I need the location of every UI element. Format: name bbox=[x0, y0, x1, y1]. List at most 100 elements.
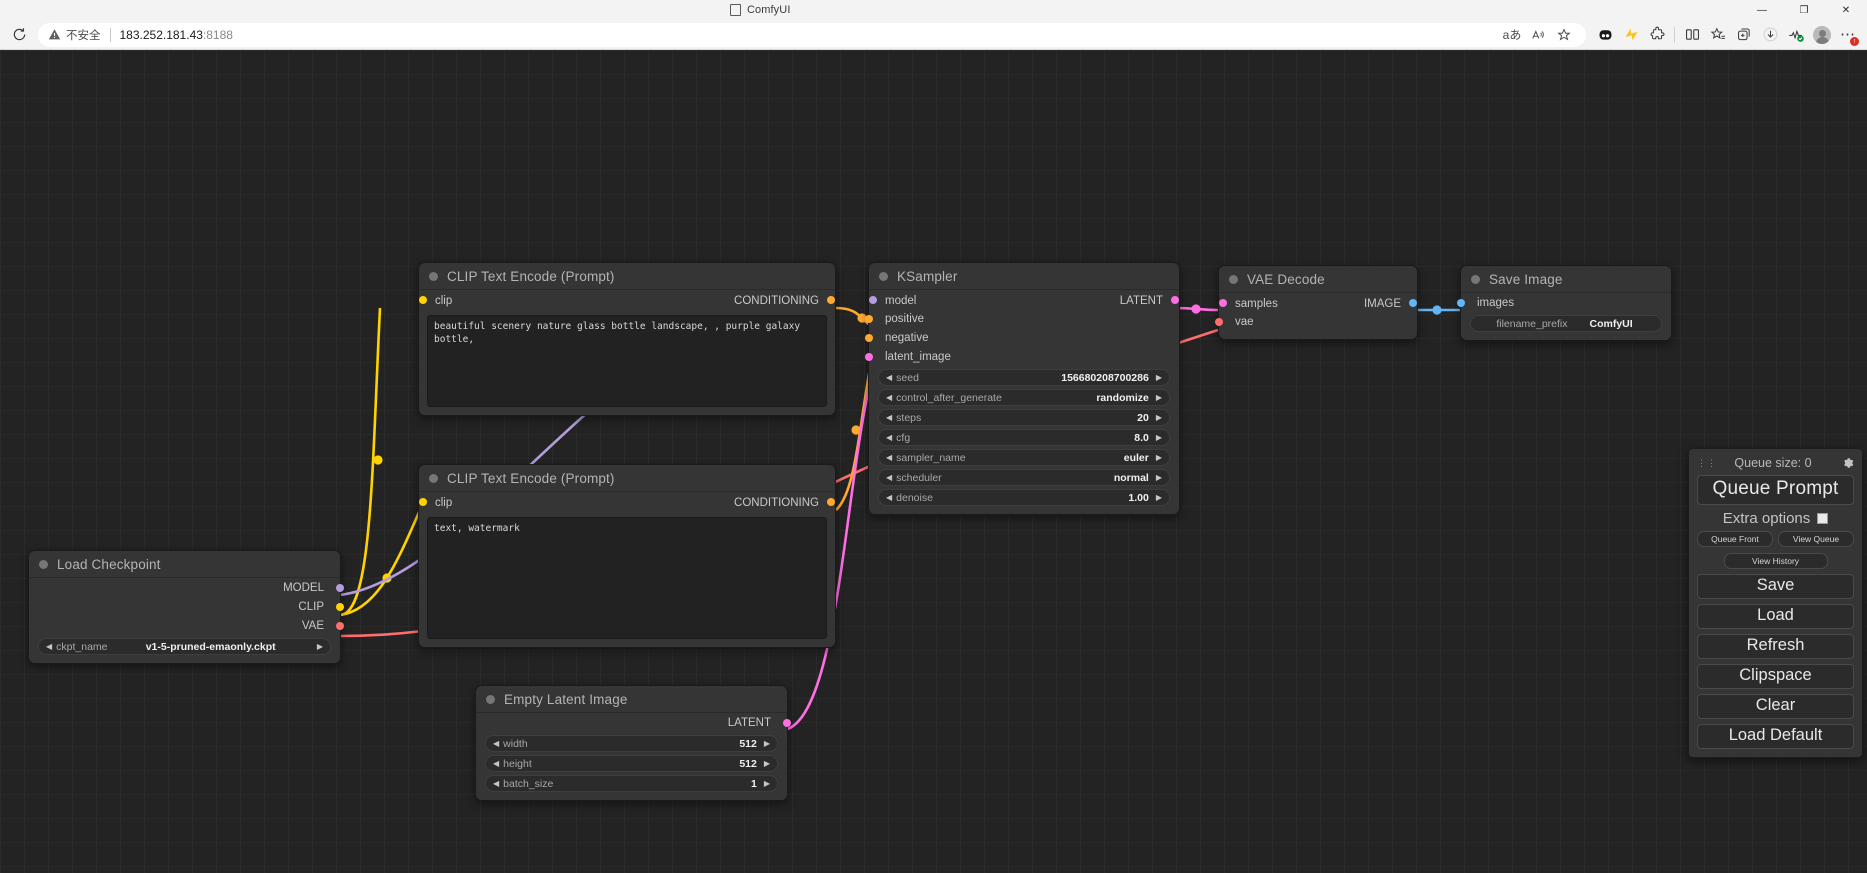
widget-denoise[interactable]: ◀ denoise 1.00 ▶ bbox=[878, 489, 1170, 506]
read-aloud-icon[interactable] bbox=[1526, 23, 1550, 47]
increment-arrow-icon[interactable]: ▶ bbox=[764, 739, 770, 748]
widget-value[interactable]: 512 bbox=[739, 738, 760, 750]
collapse-dot-icon[interactable] bbox=[1471, 274, 1480, 284]
node-header[interactable]: Load Checkpoint bbox=[29, 551, 340, 578]
prompt-textarea-positive[interactable]: beautiful scenery nature glass bottle la… bbox=[427, 315, 827, 407]
comfy-menu-panel[interactable]: ⋮⋮ Queue size: 0 Queue Prompt Extra opti… bbox=[1688, 448, 1863, 758]
decrement-arrow-icon[interactable]: ◀ bbox=[886, 393, 892, 402]
input-port-negative[interactable] bbox=[865, 333, 873, 342]
minimize-button[interactable]: — bbox=[1741, 0, 1783, 20]
node-clip-text-encode-negative[interactable]: CLIP Text Encode (Prompt) clip CONDITION… bbox=[418, 464, 836, 648]
output-port-latent[interactable] bbox=[1171, 295, 1179, 304]
extra-options-row[interactable]: Extra options bbox=[1697, 509, 1854, 527]
input-port-samples[interactable] bbox=[1219, 298, 1227, 307]
decrement-arrow-icon[interactable]: ◀ bbox=[886, 433, 892, 442]
comfyui-canvas[interactable]: CLIP Text Encode (Prompt) clip CONDITION… bbox=[0, 50, 1867, 873]
input-port-images[interactable] bbox=[1457, 298, 1465, 307]
widget-ckpt-name[interactable]: ◀ ckpt_name v1-5-pruned-emaonly.ckpt ▶ bbox=[38, 638, 331, 655]
clear-button[interactable]: Clear bbox=[1697, 694, 1854, 719]
increment-arrow-icon[interactable]: ▶ bbox=[1156, 493, 1162, 502]
maximize-button[interactable]: ❐ bbox=[1783, 0, 1825, 20]
settings-more-icon[interactable]: ⋯ ↑ bbox=[1835, 22, 1861, 48]
output-port-vae[interactable] bbox=[336, 621, 344, 630]
node-clip-text-encode-positive[interactable]: CLIP Text Encode (Prompt) clip CONDITION… bbox=[418, 262, 836, 416]
output-port-latent[interactable] bbox=[783, 718, 791, 727]
favorite-star-icon[interactable] bbox=[1552, 23, 1576, 47]
reload-icon[interactable] bbox=[6, 22, 32, 48]
increment-arrow-icon[interactable]: ▶ bbox=[1156, 413, 1162, 422]
increment-arrow-icon[interactable]: ▶ bbox=[317, 642, 323, 651]
collections-icon[interactable] bbox=[1731, 22, 1757, 48]
decrement-arrow-icon[interactable]: ◀ bbox=[886, 413, 892, 422]
output-port-conditioning[interactable] bbox=[827, 295, 835, 304]
widget-filename-prefix[interactable]: filename_prefix ComfyUI bbox=[1470, 315, 1662, 332]
increment-arrow-icon[interactable]: ▶ bbox=[1156, 393, 1162, 402]
collapse-dot-icon[interactable] bbox=[486, 694, 495, 704]
collapse-dot-icon[interactable] bbox=[1229, 274, 1238, 284]
widget-steps[interactable]: ◀ steps 20 ▶ bbox=[878, 409, 1170, 426]
load-default-button[interactable]: Load Default bbox=[1697, 724, 1854, 749]
node-header[interactable]: Empty Latent Image bbox=[476, 686, 787, 713]
extra-options-checkbox[interactable] bbox=[1817, 513, 1829, 524]
input-port-vae[interactable] bbox=[1215, 317, 1223, 326]
drag-grip-icon[interactable]: ⋮⋮ bbox=[1697, 458, 1716, 467]
increment-arrow-icon[interactable]: ▶ bbox=[1156, 473, 1162, 482]
node-vae-decode[interactable]: VAE Decode samples IMAGE vae bbox=[1215, 265, 1418, 340]
increment-arrow-icon[interactable]: ▶ bbox=[1156, 373, 1162, 382]
profile-avatar[interactable] bbox=[1809, 22, 1835, 48]
widget-seed[interactable]: ◀ seed 156680208700286 ▶ bbox=[878, 369, 1170, 386]
widget-sampler-name[interactable]: ◀ sampler_name euler ▶ bbox=[878, 449, 1170, 466]
refresh-button[interactable]: Refresh bbox=[1697, 634, 1854, 659]
decrement-arrow-icon[interactable]: ◀ bbox=[886, 493, 892, 502]
collapse-dot-icon[interactable] bbox=[39, 559, 48, 569]
widget-value[interactable]: 512 bbox=[739, 758, 760, 770]
widget-batch-size[interactable]: ◀ batch_size 1 ▶ bbox=[485, 775, 778, 792]
collapse-dot-icon[interactable] bbox=[429, 473, 438, 483]
increment-arrow-icon[interactable]: ▶ bbox=[1156, 453, 1162, 462]
node-load-checkpoint[interactable]: Load Checkpoint MODEL CLIP VAE ◀ ckpt_na… bbox=[28, 550, 344, 664]
input-port-model[interactable] bbox=[869, 295, 877, 304]
address-bar[interactable]: 不安全 183.252.181.43:8188 aあ bbox=[38, 22, 1586, 47]
node-header[interactable]: VAE Decode bbox=[1219, 266, 1417, 293]
node-header[interactable]: CLIP Text Encode (Prompt) bbox=[419, 465, 835, 492]
decrement-arrow-icon[interactable]: ◀ bbox=[493, 739, 499, 748]
widget-value[interactable]: 1.00 bbox=[1128, 492, 1151, 504]
increment-arrow-icon[interactable]: ▶ bbox=[764, 759, 770, 768]
queue-prompt-button[interactable]: Queue Prompt bbox=[1697, 475, 1854, 505]
node-header[interactable]: CLIP Text Encode (Prompt) bbox=[419, 263, 835, 290]
browser-essentials-icon[interactable] bbox=[1783, 22, 1809, 48]
view-queue-button[interactable]: View Queue bbox=[1778, 531, 1854, 547]
widget-scheduler[interactable]: ◀ scheduler normal ▶ bbox=[878, 469, 1170, 486]
translate-icon[interactable]: aあ bbox=[1500, 23, 1524, 47]
node-save-image[interactable]: Save Image images filename_prefix ComfyU… bbox=[1457, 265, 1672, 341]
node-header[interactable]: KSampler bbox=[869, 263, 1179, 290]
widget-value[interactable]: 156680208700286 bbox=[1061, 372, 1152, 384]
widget-control-after-generate[interactable]: ◀ control_after_generate randomize ▶ bbox=[878, 389, 1170, 406]
output-port-image[interactable] bbox=[1409, 298, 1417, 307]
widget-cfg[interactable]: ◀ cfg 8.0 ▶ bbox=[878, 429, 1170, 446]
widget-value[interactable]: 8.0 bbox=[1134, 432, 1152, 444]
widget-value[interactable]: randomize bbox=[1096, 392, 1152, 404]
prompt-textarea-negative[interactable]: text, watermark bbox=[427, 517, 827, 639]
extensions-icon[interactable] bbox=[1644, 22, 1670, 48]
input-port-positive[interactable] bbox=[865, 314, 873, 323]
output-port-clip[interactable] bbox=[336, 602, 344, 611]
widget-value[interactable]: euler bbox=[1124, 452, 1152, 464]
widget-height[interactable]: ◀ height 512 ▶ bbox=[485, 755, 778, 772]
performance-icon[interactable] bbox=[1618, 22, 1644, 48]
increment-arrow-icon[interactable]: ▶ bbox=[764, 779, 770, 788]
decrement-arrow-icon[interactable]: ◀ bbox=[46, 642, 52, 651]
input-port-clip[interactable] bbox=[419, 497, 427, 506]
queue-front-button[interactable]: Queue Front bbox=[1697, 531, 1773, 547]
decrement-arrow-icon[interactable]: ◀ bbox=[886, 473, 892, 482]
gear-icon[interactable] bbox=[1840, 457, 1854, 469]
output-port-conditioning[interactable] bbox=[827, 497, 835, 506]
favorites-icon[interactable] bbox=[1705, 22, 1731, 48]
copilot-icon[interactable] bbox=[1592, 22, 1618, 48]
widget-value[interactable]: normal bbox=[1114, 472, 1152, 484]
downloads-icon[interactable] bbox=[1757, 22, 1783, 48]
widget-width[interactable]: ◀ width 512 ▶ bbox=[485, 735, 778, 752]
widget-value[interactable]: 1 bbox=[751, 778, 760, 790]
output-port-model[interactable] bbox=[336, 583, 344, 592]
widget-value[interactable]: 20 bbox=[1137, 412, 1152, 424]
